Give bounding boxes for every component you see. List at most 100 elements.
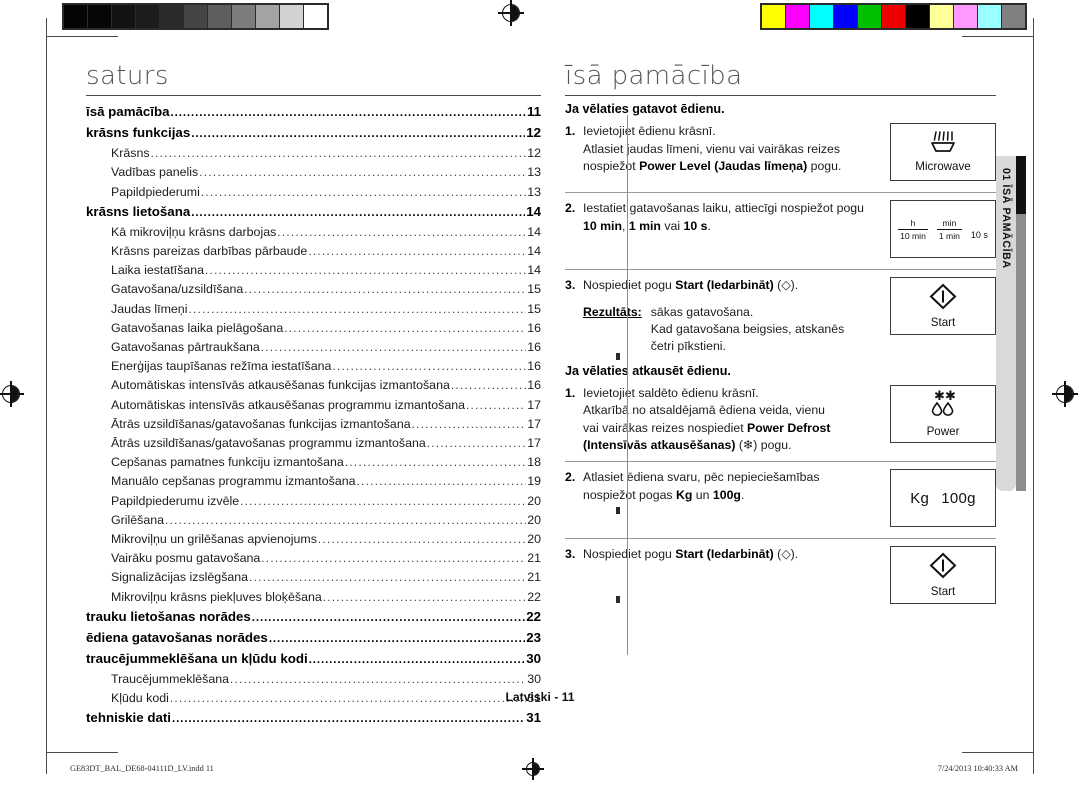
toc-entry[interactable]: Papildpiederumu izvēle..................… <box>86 492 541 511</box>
time-buttons-illustration[interactable]: h 10 min min 1 min 10 s <box>890 200 996 259</box>
column-tick-1 <box>616 353 620 360</box>
toc-entry-label: Grilēšana <box>111 512 165 527</box>
crop-mark-right <box>1033 18 1034 774</box>
toc-entry-page: 20 <box>527 531 541 546</box>
toc-entry[interactable]: Mikroviļņu un grilēšanas apvienojums....… <box>86 530 541 549</box>
toc-entry[interactable]: Laika iestatīšana.......................… <box>86 261 541 280</box>
end-text: . <box>707 218 711 233</box>
calibration-swatch-0 <box>64 5 87 28</box>
toc-leader-dots: ........................................… <box>170 107 526 120</box>
toc-entry[interactable]: Ātrās uzsildīšanas/gatavošanas funkcijas… <box>86 415 541 434</box>
toc-leader-dots: ........................................… <box>260 341 527 354</box>
toc-entry[interactable]: tehniskie dati..........................… <box>86 708 541 729</box>
calibration-swatch-10 <box>304 5 327 28</box>
start-diamond-icon <box>928 283 958 315</box>
toc-entry-page: 13 <box>527 184 541 199</box>
calibration-swatch-3 <box>136 5 159 28</box>
toc-entry-label: Vadības panelis <box>111 165 199 180</box>
toc-entry-label: Krāsns <box>111 146 150 161</box>
result-line-3: četri pīkstieni. <box>650 339 726 354</box>
toc-entry[interactable]: Jaudas līmeņi...........................… <box>86 300 541 319</box>
toc-entry[interactable]: Krāsns..................................… <box>86 144 541 163</box>
kg-button-name: Kg <box>675 487 693 502</box>
step-text: Ievietojiet ēdienu krāsnī. Atlasiet jaud… <box>583 123 884 175</box>
toc-entry-label: Signalizācijas izslēgšana <box>111 570 249 585</box>
step-line-2-pre: nospiežot pogas <box>583 487 676 502</box>
toc-entry-page: 17 <box>527 397 541 412</box>
calibration-swatch-6 <box>208 5 231 28</box>
toc-entry[interactable]: īsā pamācība............................… <box>86 102 541 123</box>
toc-entry[interactable]: Vadības panelis.........................… <box>86 163 541 182</box>
toc-entry[interactable]: Ātrās uzsildīšanas/gatavošanas programmu… <box>86 434 541 453</box>
toc-entry-label: Traucējummeklēšana <box>111 671 229 686</box>
calibration-swatch-7 <box>232 5 255 28</box>
btn-1min-name: 1 min <box>628 218 661 233</box>
calibration-swatch-8 <box>256 5 279 28</box>
toc-entry[interactable]: krāsns funkcijas........................… <box>86 123 541 144</box>
toc-entry-label: Gatavošanas laika pielāgošana <box>111 320 284 335</box>
defrost-step-3: 3. Nospiediet pogu Start (Iedarbināt) (◇… <box>565 546 996 608</box>
toc-entry[interactable]: Traucējummeklēšana......................… <box>86 670 541 689</box>
toc-entry-label: Gatavošanas pārtraukšana <box>111 339 260 354</box>
crop-mark-left <box>46 18 47 774</box>
toc-entry[interactable]: Gatavošana/uzsildīšana..................… <box>86 280 541 299</box>
weight-buttons-illustration[interactable]: Kg 100g <box>890 469 996 528</box>
toc-leader-dots: ........................................… <box>261 553 527 566</box>
toc-entry-page: 12 <box>526 125 541 141</box>
toc-leader-dots: ........................................… <box>191 206 525 219</box>
step-number: 2. <box>565 470 576 485</box>
toc-entry[interactable]: Signalizācijas izslēgšana...............… <box>86 568 541 587</box>
step-text: Iestatiet gatavošanas laiku, attiecīgi n… <box>583 200 884 235</box>
toc-entry[interactable]: Mikroviļņu krāsns piekļuves bloķēšana...… <box>86 588 541 607</box>
toc-entry[interactable]: Vairāku posmu gatavošana................… <box>86 549 541 568</box>
toc-entry[interactable]: ēdiena gatavošanas norādes..............… <box>86 628 541 649</box>
page-title-saturs: saturs <box>86 61 541 97</box>
cooking-section-heading: Ja vēlaties gatavot ēdienu. <box>565 102 725 117</box>
calibration-swatch-9 <box>280 5 303 28</box>
toc-entry-page: 21 <box>527 551 541 566</box>
toc-entry[interactable]: Enerģijas taupīšanas režīma iestatīšana.… <box>86 357 541 376</box>
start-button-illustration[interactable]: Start <box>890 277 996 336</box>
step-number: 1. <box>565 385 576 400</box>
toc-entry[interactable]: Gatavošanas pārtraukšana................… <box>86 338 541 357</box>
thumb-tab-label-wrap: 01 ĪSĀ PAMĀCĪBA <box>996 156 1016 491</box>
step-text: Nospiediet pogu Start (Iedarbināt) (◇). <box>583 546 884 563</box>
toc-entry[interactable]: Kā mikroviļņu krāsns darbojas...........… <box>86 223 541 242</box>
toc-entry-label: Mikroviļņu un grilēšanas apvienojums <box>111 531 317 546</box>
toc-entry[interactable]: Automātiskas intensīvās atkausēšanas pro… <box>86 396 541 415</box>
toc-entry[interactable]: Automātiskas intensīvās atkausēšanas fun… <box>86 376 541 395</box>
time-min-label: min <box>942 217 957 228</box>
kg-100g-icon: Kg 100g <box>910 490 976 507</box>
toc-entry[interactable]: Krāsns pareizas darbības pārbaude.......… <box>86 242 541 261</box>
step-line-pre: Nospiediet pogu <box>583 547 676 562</box>
toc-entry[interactable]: Manuālo cepšanas programmu izmantošana..… <box>86 472 541 491</box>
toc-entry[interactable]: Grilēšana...............................… <box>86 511 541 530</box>
chapter-thumb-tab: 01 ĪSĀ PAMĀCĪBA <box>996 156 1026 491</box>
calibration-swatch-2 <box>112 5 135 28</box>
microwave-button-illustration[interactable]: Microwave <box>890 123 996 182</box>
toc-entry[interactable]: traucējummeklēšana un kļūdu kodi........… <box>86 649 541 670</box>
toc-entry-page: 16 <box>527 378 541 393</box>
color-calibration-bar <box>760 3 1027 30</box>
toc-entry[interactable]: krāsns lietošana........................… <box>86 202 541 223</box>
toc-leader-dots: ........................................… <box>268 632 525 645</box>
step-text: Atlasiet ēdiena svaru, pēc nepieciešamīb… <box>583 469 884 504</box>
power-defrost-button-illustration[interactable]: ✱ ✱ Power <box>890 384 996 443</box>
toc-entry-label: Ātrās uzsildīšanas/gatavošanas funkcijas… <box>111 416 411 431</box>
toc-entry-page: 23 <box>526 629 541 645</box>
toc-entry-label: krāsns funkcijas <box>86 125 191 141</box>
step-line-1: Atlasiet ēdiena svaru, pēc nepieciešamīb… <box>583 470 820 485</box>
toc-entry-label: Laika iestatīšana <box>111 263 204 278</box>
step-number: 3. <box>565 278 576 293</box>
toc-entry-page: 12 <box>527 146 541 161</box>
time-10s-label: 10 s <box>970 229 988 240</box>
toc-entry-page: 18 <box>527 455 541 470</box>
start-button-illustration[interactable]: Start <box>890 546 996 605</box>
toc-entry[interactable]: Cepšanas pamatnes funkciju izmantošana..… <box>86 453 541 472</box>
toc-entry[interactable]: Papildpiederumi.........................… <box>86 183 541 202</box>
toc-entry[interactable]: Gatavošanas laika pielāgošana...........… <box>86 319 541 338</box>
step-line-1: Ievietojiet ēdienu krāsnī. <box>583 124 716 139</box>
toc-entry-label: ēdiena gatavošanas norādes <box>86 629 268 645</box>
toc-leader-dots: ........................................… <box>188 303 527 316</box>
toc-entry[interactable]: trauku lietošanas norādes...............… <box>86 607 541 628</box>
